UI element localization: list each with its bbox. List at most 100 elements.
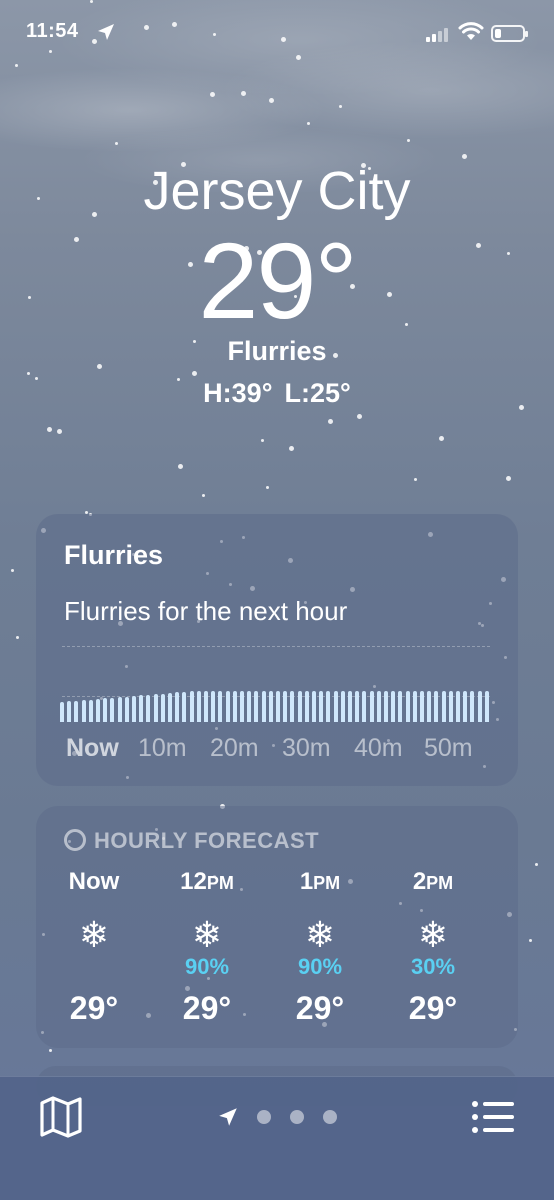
current-temperature: 29°	[198, 220, 357, 341]
precip-bar	[297, 691, 302, 722]
precip-bar	[211, 691, 216, 722]
tick-label: 30m	[282, 734, 331, 762]
snowflake-icon: ❄	[191, 914, 223, 955]
snowflake-particle	[16, 636, 19, 639]
precip-time-axis: Now 10m 20m 30m 40m 50m	[66, 734, 496, 764]
precip-bar	[81, 700, 86, 722]
page-indicator[interactable]	[217, 1104, 347, 1128]
precip-bar	[124, 696, 129, 722]
hour-temp: 29°	[182, 990, 232, 1026]
hourly-header: HOURLY FORECAST	[64, 828, 319, 854]
hour-time: 1PM	[299, 868, 341, 895]
precip-bar	[268, 691, 273, 722]
hour-time: 12PM	[180, 868, 234, 895]
precip-bar	[189, 691, 194, 722]
precip-title: Flurries	[64, 540, 164, 570]
precip-bar	[96, 699, 100, 722]
precip-chance: 90%	[297, 954, 343, 979]
snowflake-icon: ❄	[78, 914, 110, 955]
bottom-toolbar	[0, 1076, 554, 1200]
snowflake-particle	[178, 464, 183, 469]
high-temp: H:39°	[203, 378, 273, 408]
hourly-item: 2PM ❄ 30% 29°	[383, 868, 483, 1038]
precip-bar	[175, 692, 180, 722]
precip-bar	[103, 698, 108, 722]
snowflake-particle	[269, 98, 274, 103]
snowflake-particle	[296, 55, 301, 60]
tick-label: 50m	[424, 734, 473, 762]
precip-bar	[117, 697, 122, 722]
precip-bar	[247, 691, 252, 722]
precip-bar	[376, 691, 381, 722]
page-dot[interactable]	[257, 1110, 271, 1124]
precip-bar	[182, 691, 187, 722]
precip-bar	[391, 691, 396, 722]
snowflake-particle	[414, 478, 417, 481]
precip-bar	[362, 691, 367, 722]
precip-bar	[196, 691, 201, 722]
battery-icon	[491, 25, 528, 42]
precip-bar	[326, 691, 331, 722]
snowflake-particle	[439, 436, 444, 441]
precip-bar	[448, 691, 453, 722]
snowflake-particle	[47, 427, 52, 432]
precip-bar	[319, 691, 324, 722]
precip-bar	[369, 691, 374, 722]
city-name: Jersey City	[143, 161, 411, 221]
snowflake-particle	[261, 439, 264, 442]
list-icon[interactable]	[470, 1096, 516, 1138]
hour-temp: 29°	[295, 990, 345, 1026]
page-dot[interactable]	[323, 1110, 337, 1124]
snowflake-particle	[57, 429, 62, 434]
precip-bar	[168, 693, 172, 722]
snowflake-icon: ❄	[304, 914, 336, 955]
precip-bar	[74, 700, 79, 722]
precip-bar	[290, 691, 295, 722]
snowflake-particle	[192, 371, 197, 376]
tick-label: Now	[66, 734, 119, 762]
status-bar: 11:54	[0, 18, 554, 52]
precip-bar	[240, 691, 244, 722]
precip-bar	[218, 691, 223, 722]
precip-bar	[139, 695, 144, 722]
hour-temp: 2	[496, 990, 518, 1027]
clock-icon	[64, 829, 86, 851]
precip-bar	[348, 691, 352, 722]
precip-bar	[254, 691, 259, 722]
snowflake-particle	[11, 569, 14, 572]
precip-bar	[484, 691, 489, 722]
tick-label: 40m	[354, 734, 403, 762]
snowflake-particle	[202, 494, 205, 497]
precip-bar	[283, 691, 288, 722]
precip-bar	[132, 696, 136, 722]
snowflake-particle	[328, 419, 333, 424]
precip-chance: 30%	[410, 954, 456, 979]
hour-temp: 29°	[69, 990, 119, 1026]
precip-chance: 4	[496, 954, 518, 980]
precip-description: Flurries for the next hour	[64, 596, 348, 626]
snowflake-particle	[90, 0, 93, 3]
precip-bar	[60, 702, 64, 722]
map-icon[interactable]	[38, 1094, 84, 1140]
hourly-forecast-card[interactable]: HOURLY FORECAST Now ❄ 29° 12PM ❄ 90% 29° 1PM ❄ 90…	[36, 806, 518, 1048]
current-condition: Flurries	[227, 336, 327, 366]
precip-bar	[405, 691, 410, 722]
precip-bar	[441, 691, 446, 722]
precip-bar	[470, 691, 475, 722]
precipitation-card[interactable]: Flurries Flurries for the next hour Now …	[36, 514, 518, 786]
snowflake-particle	[27, 372, 30, 375]
precip-bar	[146, 694, 151, 722]
precip-bar	[434, 691, 439, 722]
snowflake-icon: ❄	[496, 914, 518, 954]
snowflake-particle	[506, 476, 511, 481]
precip-bar	[463, 691, 468, 722]
precip-bar	[355, 691, 360, 722]
hour-temp: 29°	[408, 990, 458, 1026]
page-dot[interactable]	[290, 1110, 304, 1124]
cellular-signal-icon	[426, 28, 450, 42]
snowflake-particle	[289, 446, 294, 451]
snowflake-particle	[462, 154, 467, 159]
precip-chance: 90%	[184, 954, 230, 979]
precip-intensity-chart	[60, 680, 496, 722]
snowflake-particle	[339, 105, 342, 108]
